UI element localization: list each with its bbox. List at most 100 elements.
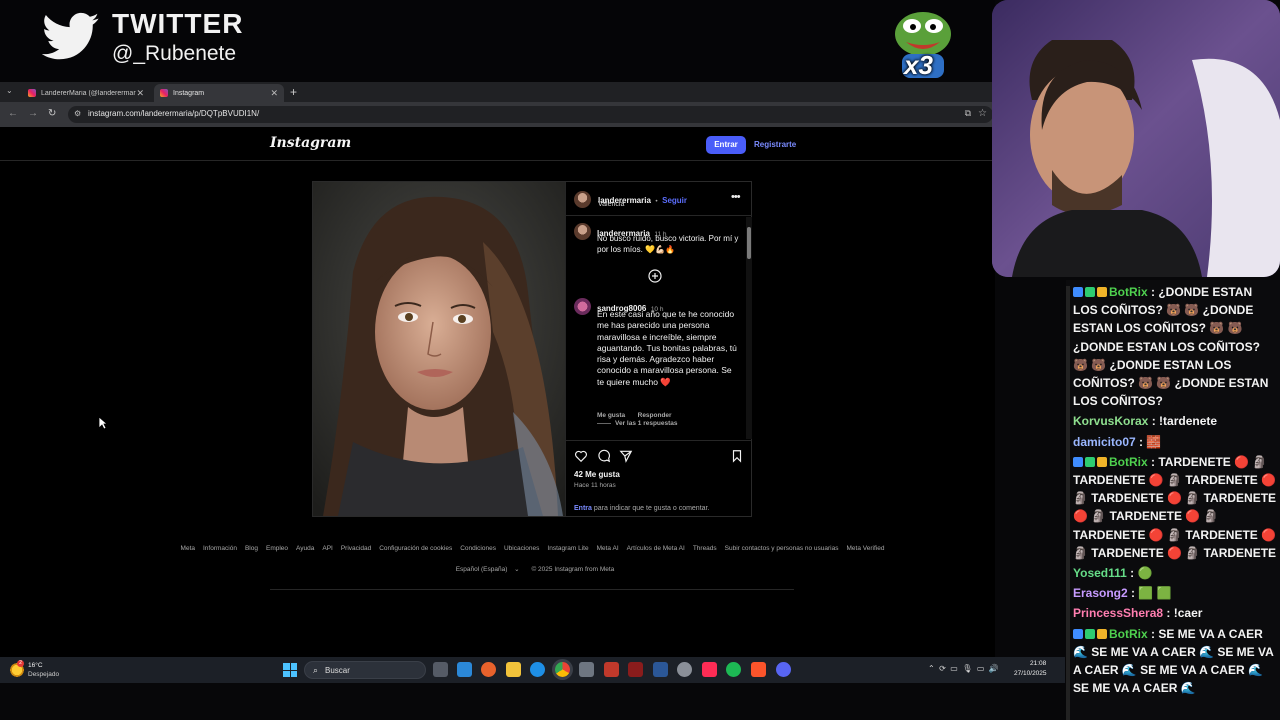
firefox-icon[interactable] xyxy=(481,662,496,677)
page-content: Instagram Entrar Registrarte landerermar… xyxy=(0,127,995,657)
emote-multiplier: x3 xyxy=(904,50,933,80)
post-location[interactable]: Valencia xyxy=(598,201,624,208)
commenter-avatar[interactable] xyxy=(574,298,591,315)
chat-message: Yosed111 : 🟢 xyxy=(1066,564,1280,582)
language-selector[interactable]: Español (España) ⌄ xyxy=(451,566,520,573)
load-more-comments-icon[interactable] xyxy=(648,269,662,283)
instagram-logo[interactable]: Instagram xyxy=(270,135,351,151)
start-windows-icon[interactable] xyxy=(283,663,297,677)
comment-reply-link[interactable]: Responder xyxy=(638,412,672,419)
edge-icon[interactable] xyxy=(530,662,545,677)
footer-link[interactable]: Configuración de cookies xyxy=(379,545,452,552)
url-text[interactable]: instagram.com/landerermaria/p/DQTpBVUDI1… xyxy=(88,109,259,118)
footer-link[interactable]: Información xyxy=(203,545,237,552)
chat-message: damicito07 : 🧱 xyxy=(1066,433,1280,451)
footer-link[interactable]: Meta xyxy=(181,545,195,552)
site-info-icon[interactable]: ⚙ xyxy=(74,109,81,118)
chat-scrollbar[interactable] xyxy=(1066,286,1070,720)
footer-link[interactable]: Meta Verified xyxy=(847,545,885,552)
word-icon[interactable] xyxy=(653,662,668,677)
chat-separator: : xyxy=(1126,566,1138,581)
back-icon[interactable]: ← xyxy=(8,108,18,119)
app-icon[interactable] xyxy=(579,662,594,677)
weather-description[interactable]: Despejado xyxy=(28,671,59,678)
chat-username[interactable]: Yosed111 xyxy=(1073,566,1127,580)
tab-landerermaria[interactable]: LandererMaria (@landerermaria) ✕ xyxy=(22,84,150,102)
login-prompt-link[interactable]: Entra xyxy=(574,505,592,512)
chrome-icon[interactable] xyxy=(555,662,570,677)
footer-link[interactable]: Subir contactos y personas no usuarias xyxy=(725,545,839,552)
comment-bubble-icon[interactable] xyxy=(597,449,611,463)
footer-link[interactable]: Empleo xyxy=(266,545,288,552)
login-button[interactable]: Entrar xyxy=(706,136,746,154)
discord-icon[interactable] xyxy=(776,662,791,677)
footer-link[interactable]: Ubicaciones xyxy=(504,545,539,552)
close-tab-icon[interactable]: ✕ xyxy=(270,88,278,99)
author-avatar[interactable] xyxy=(574,191,591,208)
post-side-panel: landerermaria • Seguir Valencia ••• land… xyxy=(565,182,752,516)
app-icon[interactable] xyxy=(604,662,619,677)
system-tray[interactable]: ⌃ ⟳ ▭ 🎙 ▭ 🔊 xyxy=(928,664,999,673)
chat-username[interactable]: BotRix xyxy=(1109,627,1148,641)
footer-link[interactable]: Artículos de Meta AI xyxy=(627,545,685,552)
register-link[interactable]: Registrarte xyxy=(754,140,796,149)
caption-avatar[interactable] xyxy=(574,223,591,240)
follow-link[interactable]: Seguir xyxy=(662,196,687,205)
app-icon[interactable] xyxy=(628,662,643,677)
view-replies-link[interactable]: Ver las 1 respuestas xyxy=(615,420,678,427)
clock-time[interactable]: 21:08 xyxy=(1030,660,1046,667)
chat-username[interactable]: KorvusKorax xyxy=(1073,414,1148,428)
chat-username[interactable]: BotRix xyxy=(1109,285,1148,299)
forward-icon[interactable]: → xyxy=(28,108,38,119)
chat-username[interactable]: damicito07 xyxy=(1073,435,1136,449)
reload-icon[interactable]: ↻ xyxy=(48,108,56,119)
browser-toolbar: ← → ↻ ⚙ instagram.com/landerermaria/p/DQ… xyxy=(0,102,995,127)
notepad-icon[interactable] xyxy=(457,662,472,677)
tab-search-chevron-icon[interactable]: ⌄ xyxy=(6,86,13,95)
chat-username[interactable]: PrincessShera8 xyxy=(1073,606,1163,620)
task-view-icon[interactable] xyxy=(433,662,448,677)
comments-list: landerermaria 11 h No busco ruido, busco… xyxy=(566,217,752,439)
chat-text: 🟢 xyxy=(1137,566,1153,581)
comments-scrollbar[interactable] xyxy=(746,217,752,439)
spotify-icon[interactable] xyxy=(726,662,741,677)
close-tab-icon[interactable]: ✕ xyxy=(136,88,144,99)
brave-icon[interactable] xyxy=(751,662,766,677)
save-bookmark-icon[interactable] xyxy=(730,449,744,463)
footer-links: Meta Información Blog Empleo Ayuda API Privaci… xyxy=(0,545,1065,552)
comment-like-link[interactable]: Me gusta xyxy=(597,412,625,419)
tab-label: LandererMaria (@landerermaria) xyxy=(41,89,137,97)
new-tab-icon[interactable]: + xyxy=(290,85,297,99)
address-bar[interactable]: ⚙ instagram.com/landerermaria/p/DQTpBVUD… xyxy=(68,106,993,123)
footer-link[interactable]: Condiciones xyxy=(460,545,496,552)
install-app-icon[interactable]: ⧉ xyxy=(965,108,971,119)
clock-date[interactable]: 27/10/2025 xyxy=(1014,670,1047,677)
tiktok-icon[interactable] xyxy=(702,662,717,677)
taskbar-search-box[interactable]: ⌕ Buscar xyxy=(304,661,426,679)
footer-link[interactable]: Meta AI xyxy=(597,545,619,552)
footer-link[interactable]: API xyxy=(322,545,332,552)
caption-text: No busco ruido, busco victoria. Por mí y… xyxy=(597,234,739,254)
more-options-icon[interactable]: ••• xyxy=(731,191,741,203)
chat-badge-icon xyxy=(1097,628,1107,639)
app-icon[interactable] xyxy=(677,662,692,677)
file-explorer-icon[interactable] xyxy=(506,662,521,677)
footer-link[interactable]: Ayuda xyxy=(296,545,314,552)
footer-link[interactable]: Instagram Lite xyxy=(547,545,588,552)
post-photo[interactable] xyxy=(313,182,565,516)
comments-scroll-thumb[interactable] xyxy=(747,227,751,259)
bookmark-star-icon[interactable]: ☆ xyxy=(978,108,987,119)
weather-notification-badge: 2 xyxy=(17,660,24,667)
likes-count[interactable]: 42 Me gusta xyxy=(574,470,620,479)
weather-temperature[interactable]: 16°C xyxy=(28,662,43,669)
footer-link[interactable]: Privacidad xyxy=(341,545,371,552)
comment-text: En este casi año que te he conocido me h… xyxy=(597,309,737,387)
like-heart-icon[interactable] xyxy=(574,449,588,463)
chat-username[interactable]: BotRix xyxy=(1109,455,1148,469)
footer-link[interactable]: Threads xyxy=(693,545,717,552)
share-send-icon[interactable] xyxy=(619,449,633,463)
footer-link[interactable]: Blog xyxy=(245,545,258,552)
tab-instagram[interactable]: Instagram ✕ xyxy=(154,84,284,102)
chat-username[interactable]: Erasong2 xyxy=(1073,586,1128,600)
copyright: © 2025 Instagram from Meta xyxy=(531,566,615,573)
